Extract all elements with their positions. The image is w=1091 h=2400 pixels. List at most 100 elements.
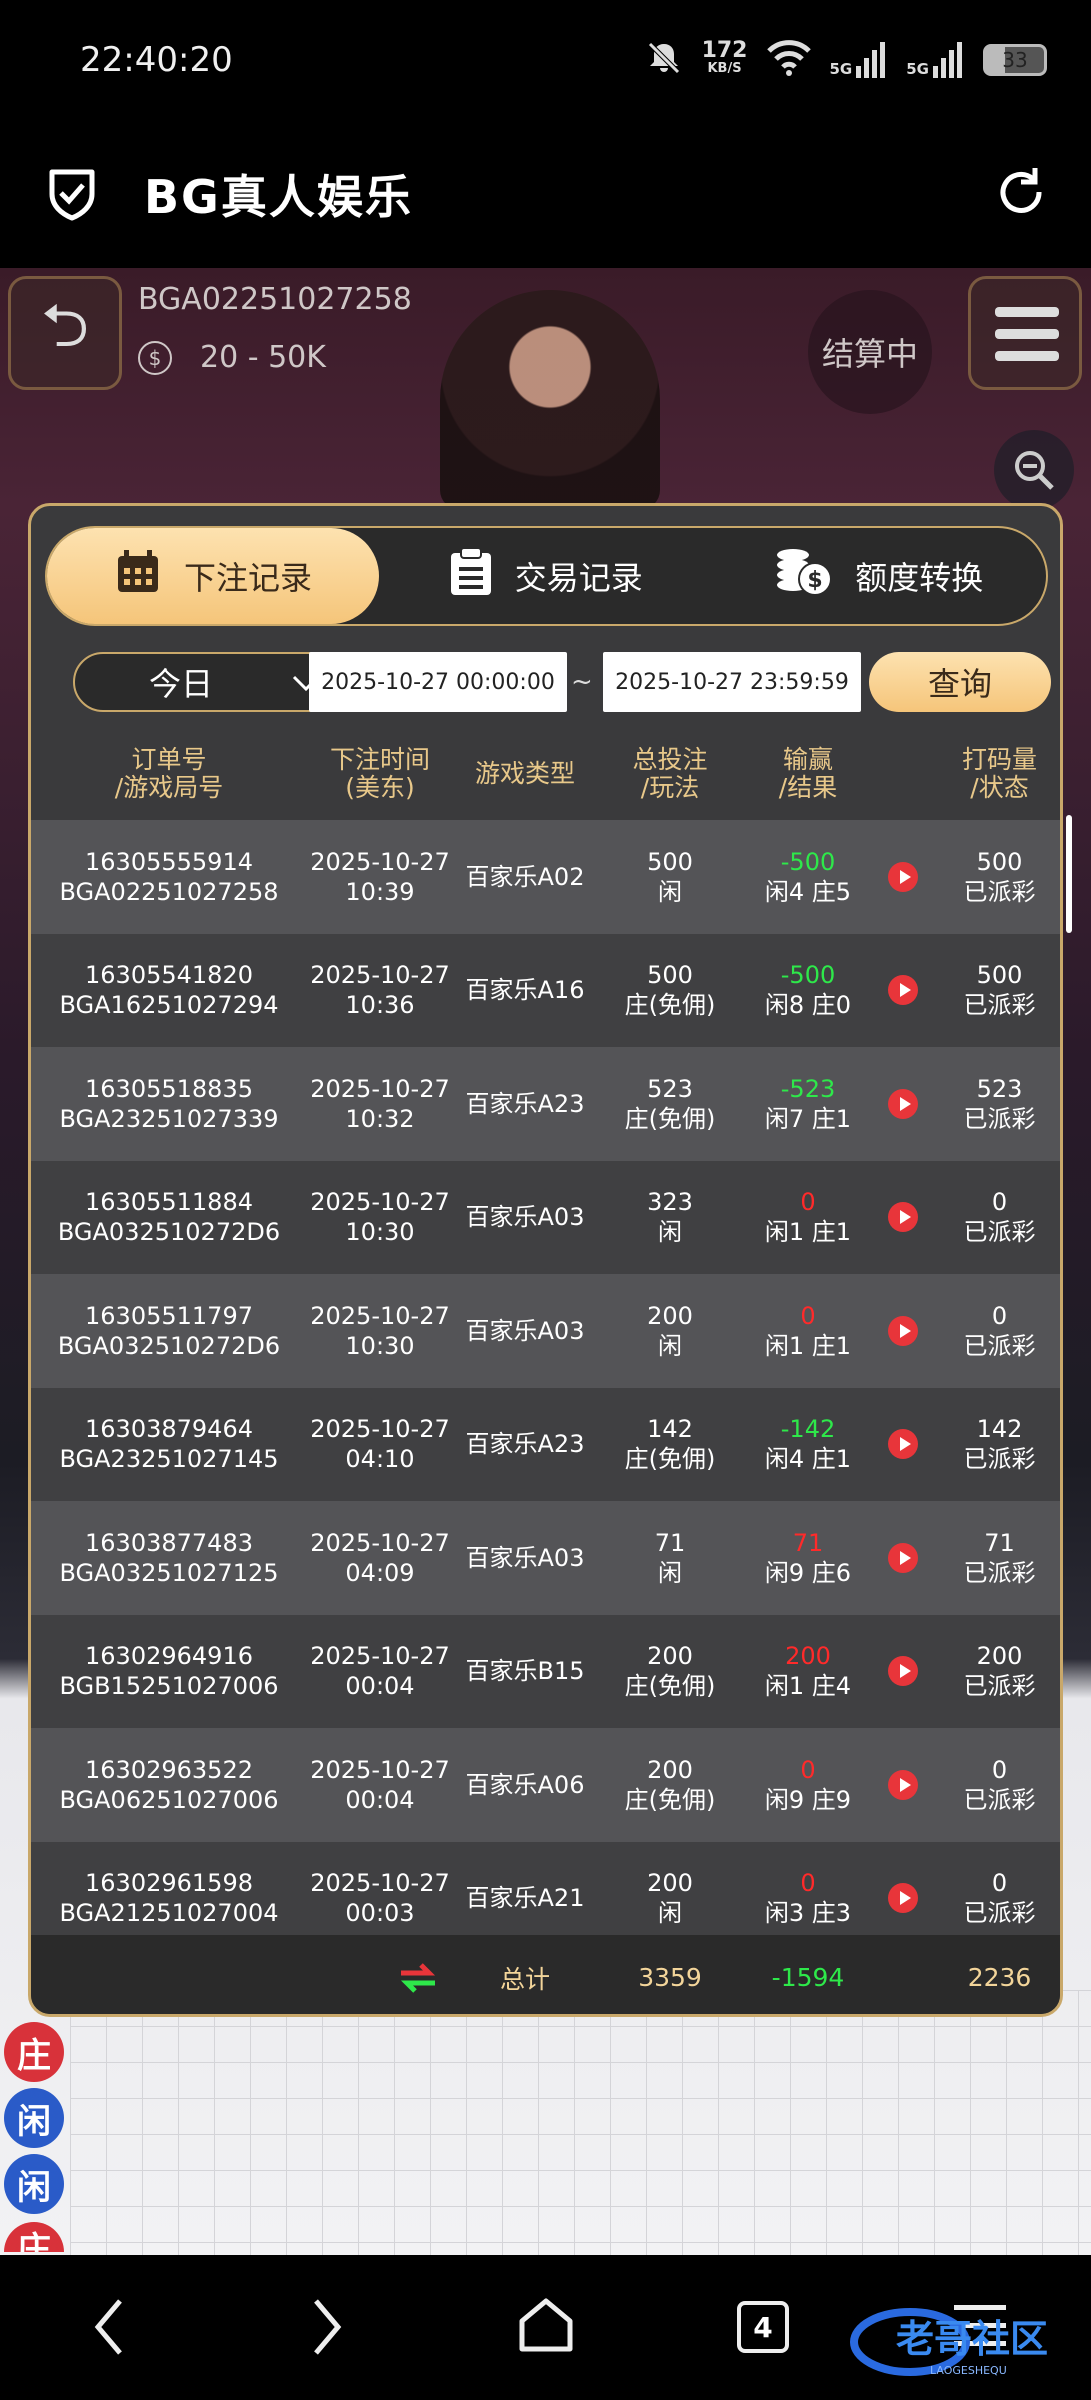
- rolling-amount: 0: [991, 1869, 1008, 1898]
- tabs-count-button[interactable]: 4: [737, 2301, 789, 2353]
- play-replay-icon[interactable]: [888, 975, 918, 1006]
- game-type-cell: 百家乐A23: [453, 1429, 597, 1459]
- rolling-cell: 0 已派彩: [933, 1301, 1060, 1361]
- bet-time: 10:36: [345, 991, 415, 1020]
- win-cell: 0 闲1 庄1: [743, 1187, 873, 1247]
- query-button[interactable]: 查询: [869, 652, 1051, 712]
- tab-transactions[interactable]: 交易记录: [379, 528, 713, 624]
- win-amount: -500: [780, 961, 836, 990]
- table-row[interactable]: 16305518835 BGA23251027339 2025-10-27 10:32…: [31, 1047, 1060, 1161]
- time-cell: 2025-10-27 10:32: [307, 1074, 453, 1134]
- status-bar: 22:40:20 172 KB/S 5G 5G 33: [0, 0, 1091, 120]
- game-type-cell: 百家乐B15: [453, 1656, 597, 1686]
- home-icon[interactable]: [516, 2295, 576, 2355]
- start-date-input[interactable]: 2025-10-27 00:00:00: [309, 652, 567, 712]
- bead-road-grid: [70, 1990, 1091, 2255]
- bet-amount: 200: [647, 1301, 693, 1330]
- header-win-loss: 输赢/结果: [743, 746, 873, 802]
- end-date-input[interactable]: 2025-10-27 23:59:59: [603, 652, 861, 712]
- play-replay-icon[interactable]: [888, 1769, 918, 1800]
- day-dropdown[interactable]: 今日: [73, 652, 343, 712]
- signal-1-icon: 5G: [830, 42, 889, 78]
- bet-play: 庄(免佣): [624, 1785, 716, 1814]
- payout-status: 已派彩: [963, 1672, 1036, 1701]
- play-replay-icon[interactable]: [888, 1315, 918, 1346]
- table-row[interactable]: 16302964916 BGB15251027006 2025-10-27 00:04…: [31, 1614, 1060, 1728]
- bet-date: 2025-10-27: [310, 1528, 450, 1557]
- rolling-amount: 0: [991, 1755, 1008, 1784]
- order-cell: 16302964916 BGB15251027006: [31, 1641, 307, 1701]
- rolling-cell: 200 已派彩: [933, 1641, 1060, 1701]
- win-cell: -500 闲8 庄0: [743, 960, 873, 1020]
- game-type-cell: 百家乐A21: [453, 1883, 597, 1913]
- round-result: 闲7 庄1: [764, 1104, 852, 1133]
- win-cell: -500 闲4 庄5: [743, 847, 873, 907]
- bet-play: 闲: [658, 1218, 682, 1247]
- table-row[interactable]: 16303877483 BGA03251027125 2025-10-27 04:09…: [31, 1501, 1060, 1615]
- replay-cell: [873, 975, 933, 1006]
- zoom-icon[interactable]: [994, 430, 1074, 510]
- menu-button[interactable]: [968, 276, 1082, 390]
- bet-amount: 142: [647, 1415, 693, 1444]
- sim1-label: 5G: [829, 60, 853, 78]
- battery-level: 33: [1002, 48, 1028, 72]
- replay-cell: [873, 1542, 933, 1573]
- header-line: /状态: [970, 773, 1029, 802]
- battery-icon: 33: [983, 44, 1047, 76]
- play-replay-icon[interactable]: [888, 1088, 918, 1119]
- order-number: 16305518835: [85, 1074, 253, 1103]
- win-amount: 0: [800, 1188, 816, 1217]
- table-row[interactable]: 16303879464 BGA23251027145 2025-10-27 04:10…: [31, 1387, 1060, 1501]
- header-line: /结果: [778, 773, 838, 802]
- rolling-amount: 500: [976, 847, 1023, 876]
- shield-check-icon[interactable]: [40, 160, 104, 228]
- payout-status: 已派彩: [963, 1558, 1036, 1587]
- play-replay-icon[interactable]: [888, 1883, 918, 1914]
- totals-row: 总计 3359 -1594 2236: [31, 1935, 1060, 2014]
- totals-label: 总计: [499, 1964, 550, 1994]
- rolling-amount: 200: [976, 1642, 1023, 1671]
- header-line: 打码量: [961, 745, 1037, 774]
- forward-nav-icon[interactable]: [310, 2297, 344, 2357]
- net-speed-value: 172: [701, 38, 748, 63]
- time-cell: 2025-10-27 00:03: [307, 1868, 453, 1928]
- game-type-cell: 百家乐A03: [453, 1202, 597, 1232]
- rolling-amount: 0: [991, 1301, 1008, 1330]
- bet-play: 庄(免佣): [624, 1104, 716, 1133]
- round-id: BGA16251027294: [59, 991, 279, 1020]
- watermark-subtext: LAOGESHEQU: [930, 2364, 1007, 2377]
- bet-time: 04:10: [345, 1445, 415, 1474]
- tab-credit-transfer[interactable]: $ 额度转换: [713, 528, 1047, 624]
- order-cell: 16305541820 BGA16251027294: [31, 960, 307, 1020]
- play-replay-icon[interactable]: [888, 861, 918, 892]
- scrollbar-thumb[interactable]: [1066, 815, 1072, 933]
- bet-play: 闲: [658, 1331, 682, 1360]
- back-button[interactable]: ⮌: [8, 276, 122, 390]
- win-amount: 71: [792, 1528, 824, 1557]
- calendar-icon: [114, 548, 162, 604]
- table-row[interactable]: 16305511884 BGA032510272D6 2025-10-27 10:30…: [31, 1160, 1060, 1274]
- play-replay-icon[interactable]: [888, 1656, 918, 1687]
- play-replay-icon[interactable]: [888, 1202, 918, 1233]
- play-replay-icon[interactable]: [888, 1429, 918, 1460]
- refresh-icon[interactable]: [991, 162, 1051, 226]
- settling-status: 结算中: [808, 290, 932, 414]
- bet-date: 2025-10-27: [310, 1301, 450, 1330]
- clock: 22:40:20: [80, 40, 233, 80]
- play-replay-icon[interactable]: [888, 1542, 918, 1573]
- round-result: 闲9 庄6: [764, 1558, 852, 1587]
- rolling-cell: 0 已派彩: [933, 1755, 1060, 1815]
- tab-bet-records[interactable]: 下注记录: [47, 528, 379, 624]
- time-cell: 2025-10-27 10:30: [307, 1301, 453, 1361]
- replay-cell: [873, 861, 933, 892]
- order-number: 16302963522: [85, 1755, 253, 1784]
- game-type: 百家乐A03: [465, 1203, 585, 1232]
- table-row[interactable]: 16305555914 BGA02251027258 2025-10-27 10:39…: [31, 820, 1060, 934]
- table-row[interactable]: 16305511797 BGA032510272D6 2025-10-27 10:30…: [31, 1274, 1060, 1388]
- table-row[interactable]: 16305541820 BGA16251027294 2025-10-27 10:36…: [31, 933, 1060, 1047]
- bet-date: 2025-10-27: [310, 1415, 450, 1444]
- game-type-cell: 百家乐A23: [453, 1089, 597, 1119]
- table-row[interactable]: 16302963522 BGA06251027006 2025-10-27 00:04…: [31, 1728, 1060, 1842]
- back-nav-icon[interactable]: [92, 2297, 126, 2357]
- win-amount: 0: [800, 1869, 816, 1898]
